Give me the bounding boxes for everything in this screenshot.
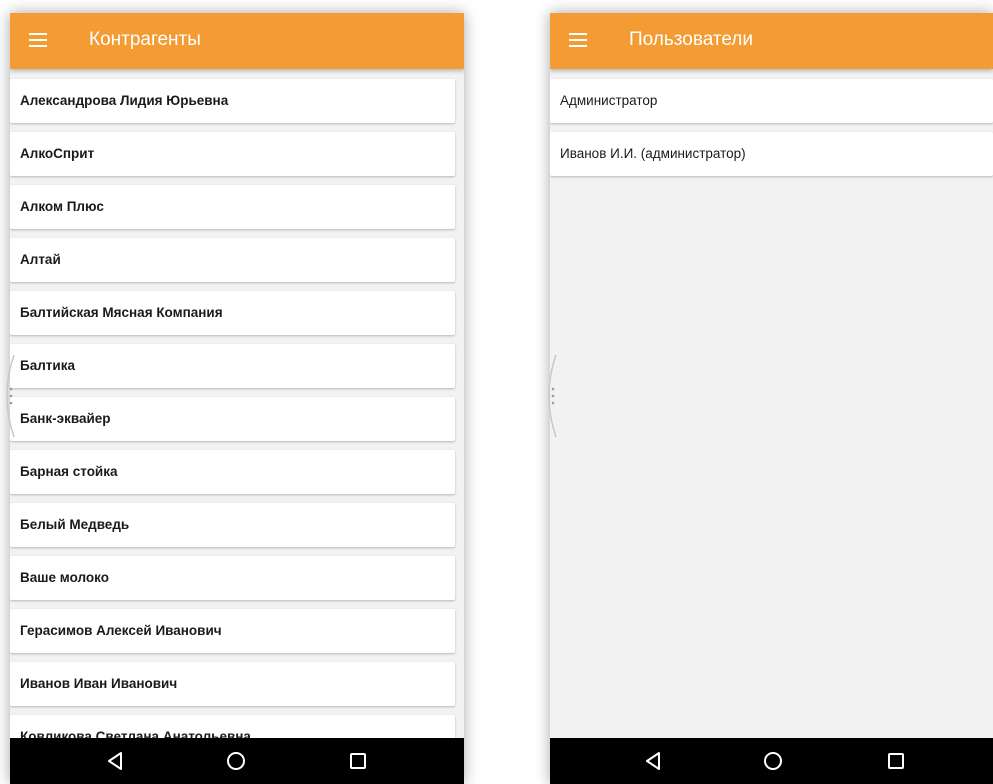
list-item[interactable]: Балтика <box>10 344 455 388</box>
users-screen: Пользователи Администратор Иванов И.И. (… <box>550 13 993 784</box>
users-list[interactable]: Администратор Иванов И.И. (администратор… <box>550 69 993 738</box>
home-circle-icon[interactable] <box>216 738 256 784</box>
list-item[interactable]: Барная стойка <box>10 450 455 494</box>
list-item[interactable]: Ваше молоко <box>10 556 455 600</box>
page-title: Пользователи <box>629 29 754 50</box>
list-item[interactable]: Белый Медведь <box>10 503 455 547</box>
list-item[interactable]: Герасимов Алексей Иванович <box>10 609 455 653</box>
list-item[interactable]: Алтай <box>10 238 455 282</box>
page-title: Контрагенты <box>89 29 201 50</box>
list-item[interactable]: Алком Плюс <box>10 185 455 229</box>
drawer-edge-handle[interactable] <box>5 355 15 437</box>
contractors-screen: Контрагенты Александрова Лидия Юрьевна А… <box>10 13 464 784</box>
back-triangle-icon[interactable] <box>96 738 136 784</box>
home-circle-icon[interactable] <box>753 738 793 784</box>
list-item[interactable]: Иванов Иван Иванович <box>10 662 455 706</box>
system-nav-bar <box>10 738 464 784</box>
hamburger-menu-icon[interactable] <box>569 33 587 47</box>
app-bar: Контрагенты <box>10 13 464 69</box>
drawer-edge-handle[interactable] <box>547 355 557 437</box>
list-item[interactable]: Администратор <box>550 79 993 123</box>
contractors-list[interactable]: Александрова Лидия Юрьевна АлкоСприт Алк… <box>10 69 464 738</box>
list-item[interactable]: Балтийская Мясная Компания <box>10 291 455 335</box>
list-item[interactable]: Ковликова Светлана Анатольевна <box>10 715 455 738</box>
app-bar: Пользователи <box>550 13 993 69</box>
recents-square-icon[interactable] <box>338 738 378 784</box>
recents-square-icon[interactable] <box>876 738 916 784</box>
back-triangle-icon[interactable] <box>634 738 674 784</box>
system-nav-bar <box>550 738 993 784</box>
hamburger-menu-icon[interactable] <box>29 33 47 47</box>
list-item[interactable]: Иванов И.И. (администратор) <box>550 132 993 176</box>
list-item[interactable]: Александрова Лидия Юрьевна <box>10 79 455 123</box>
list-item[interactable]: Банк-эквайер <box>10 397 455 441</box>
list-item[interactable]: АлкоСприт <box>10 132 455 176</box>
